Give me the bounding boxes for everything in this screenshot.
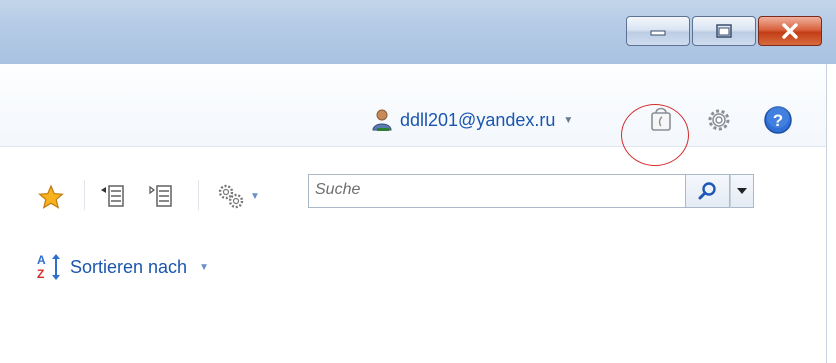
account-dropdown-arrow[interactable]: ▼ <box>563 115 573 126</box>
search-box <box>308 174 686 208</box>
minimize-icon <box>650 30 666 36</box>
maximize-icon <box>716 24 732 38</box>
outdent-list-icon[interactable] <box>100 183 128 209</box>
favorites-star-icon[interactable] <box>38 184 64 210</box>
close-button[interactable] <box>758 16 822 46</box>
svg-text:?: ? <box>773 111 783 130</box>
sort-dropdown-arrow[interactable]: ▼ <box>199 262 209 273</box>
sort-menu[interactable]: A Z Sortieren nach ▼ <box>36 252 209 282</box>
main-panel: ddll201@yandex.ru ▼ ? ▼ Suche A Z Sortie… <box>0 64 827 363</box>
account-header: ddll201@yandex.ru ▼ ? <box>0 64 826 166</box>
svg-text:Z: Z <box>37 267 44 281</box>
settings-gear-icon[interactable] <box>705 106 733 134</box>
help-icon[interactable]: ? <box>763 105 793 135</box>
sort-az-icon: A Z <box>37 253 60 281</box>
window-title-bar <box>0 0 836 64</box>
search-options-dropdown[interactable] <box>730 174 754 208</box>
indent-list-icon[interactable] <box>148 183 176 209</box>
maximize-button[interactable] <box>692 16 756 46</box>
tools-menu-button[interactable]: ▼ <box>216 182 260 210</box>
tools-gears-icon <box>218 184 244 209</box>
account-email[interactable]: ddll201@yandex.ru <box>400 110 555 131</box>
search-input[interactable] <box>309 175 681 205</box>
search-button[interactable] <box>686 174 730 208</box>
sort-label[interactable]: Sortieren nach <box>70 257 187 278</box>
tools-dropdown-arrow: ▼ <box>250 190 260 202</box>
window-controls <box>626 16 822 46</box>
toolbar-separator <box>198 180 199 210</box>
svg-text:A: A <box>37 253 46 267</box>
account-menu[interactable]: ddll201@yandex.ru ▼ <box>370 108 573 132</box>
close-icon <box>782 23 798 39</box>
toolbar-separator <box>84 180 85 210</box>
highlight-circle <box>621 104 689 166</box>
minimize-button[interactable] <box>626 16 690 46</box>
toolbar: ▼ <box>0 174 826 222</box>
search-icon <box>698 182 716 200</box>
user-icon <box>372 109 392 131</box>
chevron-down-icon <box>737 188 747 194</box>
